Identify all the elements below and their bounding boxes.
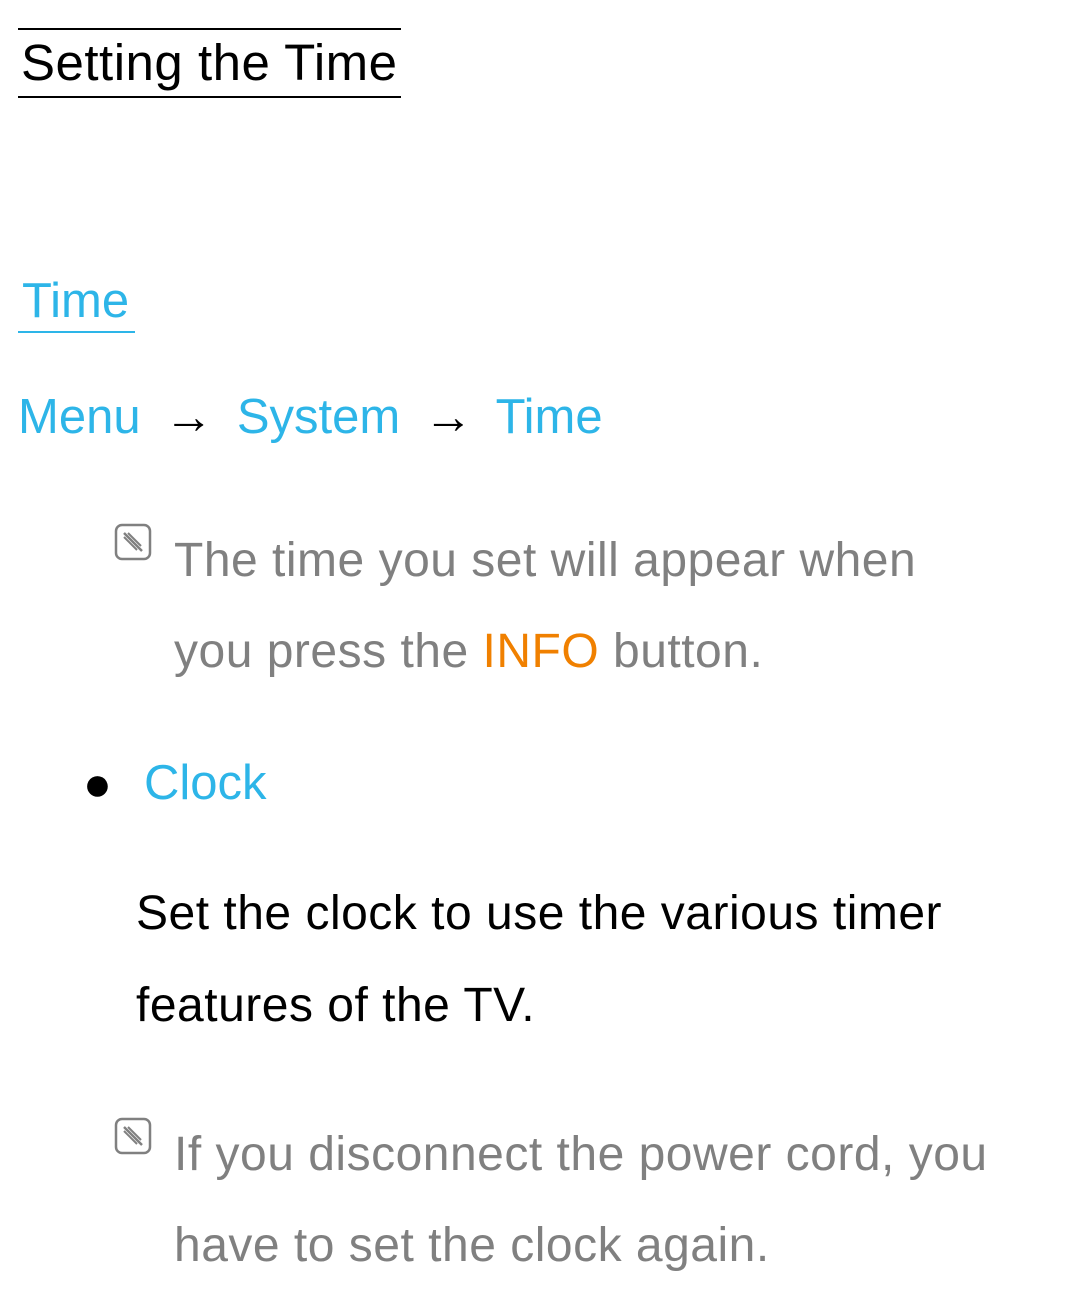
page-title: Setting the Time bbox=[18, 28, 401, 98]
note-icon bbox=[114, 523, 152, 561]
body-text: Set the clock to use the various timer f… bbox=[136, 868, 1062, 1050]
note-block: The time you set will appear when you pr… bbox=[114, 515, 1062, 697]
section-heading-time: Time bbox=[18, 273, 135, 333]
note-text: If you disconnect the power cord, you ha… bbox=[174, 1109, 1002, 1291]
list-item: ● Clock bbox=[83, 755, 1062, 812]
bullet-icon: ● bbox=[83, 757, 112, 812]
breadcrumb-time: Time bbox=[496, 390, 603, 444]
arrow-icon: → bbox=[424, 390, 473, 444]
info-button-label: INFO bbox=[483, 625, 600, 678]
note-text: The time you set will appear when you pr… bbox=[174, 515, 1002, 697]
breadcrumb-system: System bbox=[237, 390, 400, 444]
breadcrumb: Menu → System → Time bbox=[18, 389, 1062, 445]
note-icon bbox=[114, 1117, 152, 1155]
arrow-icon: → bbox=[164, 390, 213, 444]
note-block: If you disconnect the power cord, you ha… bbox=[114, 1109, 1062, 1291]
note-post: button. bbox=[599, 625, 763, 678]
breadcrumb-menu: Menu bbox=[18, 390, 141, 444]
bullet-label-clock: Clock bbox=[144, 755, 267, 811]
